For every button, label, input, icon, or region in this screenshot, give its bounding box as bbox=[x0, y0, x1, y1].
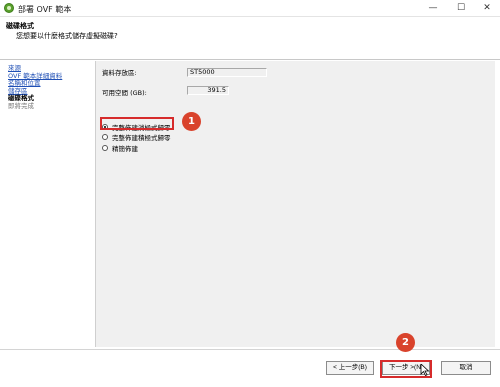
close-button[interactable]: ✕ bbox=[474, 1, 500, 16]
datastore-label: 資料存放區: bbox=[102, 69, 137, 77]
step-title: 磁碟格式 bbox=[6, 22, 34, 30]
window-title: 部署 OVF 範本 bbox=[18, 5, 72, 14]
radio-button[interactable] bbox=[102, 144, 108, 151]
highlight-box-option bbox=[100, 117, 174, 130]
nav-step-ready-to-complete: 即將完成 bbox=[8, 101, 34, 110]
radio-thick-eager-zeroed[interactable]: 完整佈建積極式歸零 bbox=[102, 132, 171, 142]
disk-format-panel: 資料存放區: ST5000 可用空間 (GB): 391.5 完整佈建消極式歸零… bbox=[95, 61, 495, 347]
minimize-button[interactable]: — bbox=[420, 1, 446, 16]
step-subtitle: 您想要以什麼格式儲存虛擬磁碟? bbox=[16, 32, 118, 40]
window-titlebar: 部署 OVF 範本 — ☐ ✕ bbox=[0, 0, 500, 17]
radio-thin-provision[interactable]: 精簡佈建 bbox=[102, 143, 138, 153]
datastore-field: ST5000 bbox=[187, 68, 267, 77]
wizard-header: 磁碟格式 您想要以什麼格式儲存虛擬磁碟? bbox=[0, 17, 500, 60]
step-badge-2: 2 bbox=[396, 333, 415, 352]
free-space-label: 可用空間 (GB): bbox=[102, 89, 147, 97]
wizard-content: 來源 OVF 範本詳細資料 名稱和位置 儲存區 磁碟格式 即將完成 資料存放區:… bbox=[0, 61, 500, 349]
vsphere-client-icon bbox=[4, 3, 14, 13]
mouse-pointer-icon bbox=[420, 364, 430, 376]
radio-button[interactable] bbox=[102, 133, 108, 140]
radio-label: 完整佈建積極式歸零 bbox=[112, 133, 171, 142]
back-button[interactable]: < 上一步(B) bbox=[326, 361, 374, 375]
wizard-step-nav: 來源 OVF 範本詳細資料 名稱和位置 儲存區 磁碟格式 即將完成 bbox=[8, 65, 92, 110]
radio-label: 精簡佈建 bbox=[112, 144, 138, 153]
cancel-button[interactable]: 取消 bbox=[441, 361, 491, 375]
maximize-button[interactable]: ☐ bbox=[448, 1, 474, 16]
step-badge-1: 1 bbox=[182, 112, 201, 131]
free-space-field: 391.5 bbox=[187, 86, 229, 95]
